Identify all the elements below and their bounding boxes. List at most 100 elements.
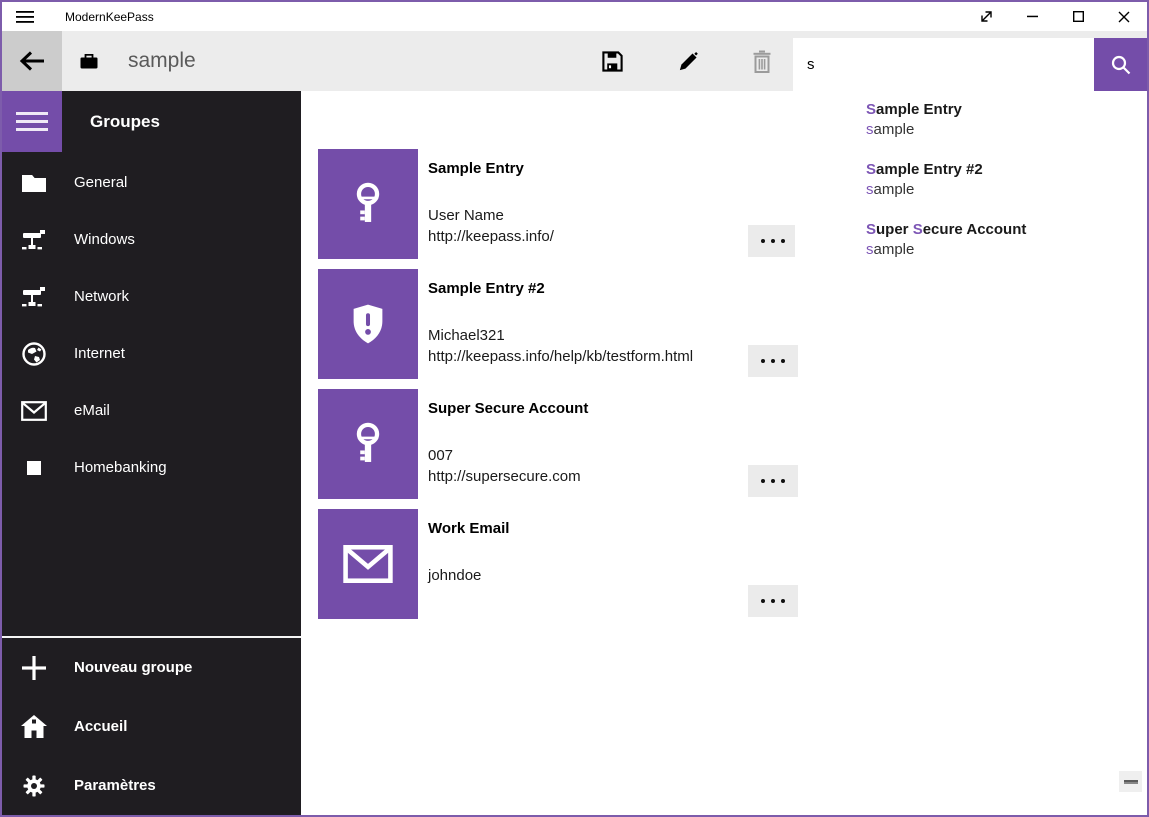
entry-row-super-secure-account[interactable]: Super Secure Account 007 http://supersec…	[301, 389, 1147, 499]
sidebar-item-label: Homebanking	[74, 459, 167, 476]
back-button[interactable]	[2, 31, 62, 91]
action-item-label: Accueil	[74, 718, 127, 735]
sidebar-item-homebanking[interactable]: Homebanking	[2, 439, 301, 496]
sidebar-item-general[interactable]: General	[2, 154, 301, 211]
search-suggestions: Sample Entry sample Sample Entry #2 samp…	[795, 92, 1095, 276]
pane-hamburger-button[interactable]	[2, 91, 62, 152]
entry-title: Super Secure Account	[428, 399, 588, 419]
entry-more-button[interactable]	[748, 465, 798, 497]
entry-details: Michael321 http://keepass.info/help/kb/t…	[428, 325, 693, 367]
plus-icon	[21, 656, 47, 680]
suggestion-item[interactable]: Sample Entry #2 sample	[795, 156, 1095, 216]
entry-list-panel: Sample Entry User Name http://keepass.in…	[301, 91, 1147, 815]
action-item-label: Nouveau groupe	[74, 659, 192, 676]
back-arrow-icon	[19, 50, 46, 72]
command-bar: sample	[2, 31, 1147, 91]
network-computer-icon	[21, 229, 47, 251]
search-icon	[1110, 54, 1132, 76]
app-title: ModernKeePass	[65, 10, 154, 24]
delete-button[interactable]	[737, 31, 787, 91]
entry-tile	[318, 389, 418, 499]
new-group-button[interactable]: Nouveau groupe	[2, 638, 301, 697]
maximize-icon	[1073, 11, 1084, 22]
fullscreen-icon	[979, 9, 994, 24]
home-button[interactable]: Accueil	[2, 697, 301, 756]
entry-username: johndoe	[428, 565, 509, 586]
pencil-icon	[677, 50, 700, 73]
entry-more-button[interactable]	[748, 345, 798, 377]
close-button[interactable]	[1101, 2, 1147, 31]
entry-text: Sample Entry #2 Michael321 http://keepas…	[428, 269, 693, 379]
fullscreen-button[interactable]	[963, 2, 1009, 31]
settings-button[interactable]: Paramètres	[2, 756, 301, 815]
entry-title: Work Email	[428, 519, 509, 539]
hamburger-icon	[16, 112, 48, 131]
suggestion-title: Super Secure Account	[866, 220, 1095, 240]
search-input[interactable]	[793, 38, 1094, 91]
entry-title: Sample Entry	[428, 159, 554, 179]
entry-username: User Name	[428, 205, 554, 226]
suggestion-subtitle: sample	[866, 240, 1095, 260]
gear-icon	[21, 774, 47, 798]
app-window: ModernKeePass	[0, 0, 1149, 817]
group-list: General Windows	[2, 154, 301, 496]
groups-pane: Groupes General	[2, 91, 301, 815]
entry-tile	[318, 149, 418, 259]
entry-row-sample-entry-2[interactable]: Sample Entry #2 Michael321 http://keepas…	[301, 269, 1147, 379]
minimize-icon	[1027, 15, 1038, 18]
sidebar-item-internet[interactable]: Internet	[2, 325, 301, 382]
folder-icon	[21, 173, 47, 193]
pane-bottom: Nouveau groupe Accueil	[2, 636, 301, 815]
titlebar-hamburger-button[interactable]	[2, 2, 48, 31]
maximize-button[interactable]	[1055, 2, 1101, 31]
key-icon	[345, 421, 391, 467]
sidebar-item-windows[interactable]: Windows	[2, 211, 301, 268]
entry-details: johndoe	[428, 565, 509, 586]
sidebar-item-label: eMail	[74, 402, 110, 419]
square-icon	[21, 461, 47, 475]
envelope-icon	[21, 401, 47, 421]
network-computer-icon	[21, 286, 47, 308]
entry-text: Work Email johndoe	[428, 509, 509, 619]
entry-title: Sample Entry #2	[428, 279, 693, 299]
entry-text: Sample Entry User Name http://keepass.in…	[428, 149, 554, 259]
close-icon	[1118, 11, 1130, 23]
entry-url: http://keepass.info/help/kb/testform.htm…	[428, 346, 693, 367]
entry-more-button[interactable]	[748, 585, 798, 617]
search-button[interactable]	[1094, 38, 1147, 92]
entry-details: 007 http://supersecure.com	[428, 445, 588, 487]
entry-url: http://supersecure.com	[428, 466, 588, 487]
sidebar-item-network[interactable]: Network	[2, 268, 301, 325]
pane-heading: Groupes	[90, 91, 160, 152]
envelope-icon	[343, 545, 393, 583]
suggestion-item[interactable]: Super Secure Account sample	[795, 216, 1095, 276]
sidebar-item-label: Internet	[74, 345, 125, 362]
edit-button[interactable]	[663, 31, 713, 91]
save-button[interactable]	[587, 31, 637, 91]
entry-row-work-email[interactable]: Work Email johndoe	[301, 509, 1147, 619]
database-title: sample	[128, 31, 196, 91]
app-body: Groupes General	[2, 91, 1147, 815]
hamburger-icon	[16, 10, 34, 24]
entry-username: Michael321	[428, 325, 693, 346]
globe-icon	[21, 342, 47, 366]
minus-icon	[1124, 780, 1138, 784]
titlebar: ModernKeePass	[2, 2, 1147, 31]
entry-url: http://keepass.info/	[428, 226, 554, 247]
home-icon	[21, 715, 47, 738]
suggestion-title: Sample Entry #2	[866, 160, 1095, 180]
entry-more-button[interactable]	[748, 225, 798, 257]
suggestion-subtitle: sample	[866, 120, 1095, 140]
sidebar-item-label: General	[74, 174, 127, 191]
shield-exclamation-icon	[345, 301, 391, 347]
window-controls	[963, 2, 1147, 31]
suggestion-subtitle: sample	[866, 180, 1095, 200]
action-item-label: Paramètres	[74, 777, 156, 794]
minimize-button[interactable]	[1009, 2, 1055, 31]
entry-text: Super Secure Account 007 http://supersec…	[428, 389, 588, 499]
sidebar-item-email[interactable]: eMail	[2, 382, 301, 439]
suggestion-item[interactable]: Sample Entry sample	[795, 96, 1095, 156]
semantic-zoom-out-button[interactable]	[1119, 771, 1142, 792]
trash-icon	[752, 50, 772, 73]
entry-tile	[318, 269, 418, 379]
